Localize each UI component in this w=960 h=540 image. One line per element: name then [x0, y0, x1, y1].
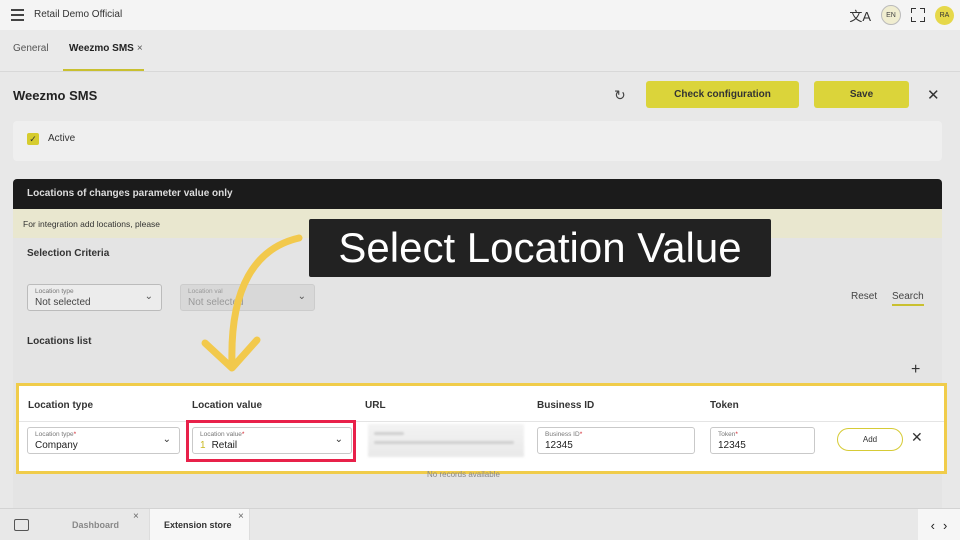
url-input-blurred[interactable]	[368, 424, 524, 457]
no-records-text: No records available	[427, 470, 500, 479]
window-icon[interactable]	[14, 519, 29, 531]
fullscreen-icon[interactable]	[911, 8, 925, 22]
field-label: Business ID*	[545, 431, 583, 438]
locations-list-title: Locations list	[27, 336, 92, 347]
save-button[interactable]: Save	[814, 81, 909, 108]
row-divider	[19, 421, 944, 422]
chevron-left-icon[interactable]: ‹	[931, 518, 935, 533]
selection-criteria-title: Selection Criteria	[27, 248, 110, 259]
bottom-bar: Dashboard × Extension store × ‹ ›	[0, 508, 960, 540]
hamburger-menu-icon[interactable]	[11, 9, 24, 21]
chevron-right-icon[interactable]: ›	[943, 518, 947, 533]
check-configuration-button[interactable]: Check configuration	[646, 81, 799, 108]
location-value-highlight-box	[186, 420, 356, 462]
bottom-tab-dashboard[interactable]: Dashboard ×	[48, 509, 148, 540]
field-label: Location type*	[35, 431, 77, 438]
active-label: Active	[48, 133, 76, 144]
page-title: Weezmo SMS	[13, 88, 98, 103]
location-type-select[interactable]: Location type* Company ⌄	[27, 427, 180, 454]
avatar[interactable]: RA	[935, 5, 954, 25]
curved-arrow-icon	[201, 234, 303, 372]
active-checkbox[interactable]: ✓	[27, 133, 39, 145]
search-button[interactable]: Search	[892, 291, 924, 306]
column-header: Location type	[28, 400, 94, 411]
field-value: 12345	[718, 440, 746, 451]
close-icon[interactable]: ×	[133, 511, 139, 522]
field-value: 12345	[545, 440, 573, 451]
add-button[interactable]: Add	[837, 428, 903, 451]
add-location-icon[interactable]: +	[911, 361, 920, 379]
bottom-tab-extension-store[interactable]: Extension store ×	[149, 509, 250, 540]
close-icon[interactable]: ×	[238, 511, 244, 522]
top-right-controls: 文A EN RA	[849, 5, 954, 25]
active-card: ✓ Active	[13, 121, 942, 161]
column-header: Business ID	[537, 400, 595, 411]
remove-row-icon[interactable]: ✕	[911, 429, 923, 446]
tab-navigation: ‹ ›	[918, 509, 960, 540]
tab-close-icon[interactable]: ×	[137, 43, 143, 54]
tab-weezmo-sms[interactable]: Weezmo SMS ×	[69, 43, 143, 54]
column-header: Location value	[192, 400, 263, 411]
locations-section-title: Locations of changes parameter value onl…	[27, 188, 233, 199]
bottom-tab-label: Dashboard	[72, 520, 120, 530]
field-label: Token*	[718, 431, 738, 438]
tab-label: Weezmo SMS	[69, 43, 134, 54]
column-header: URL	[365, 400, 386, 411]
field-value: Not selected	[35, 297, 91, 308]
tab-general[interactable]: General	[13, 43, 49, 54]
column-header: Token	[710, 400, 739, 411]
tab-label: General	[13, 43, 49, 54]
top-bar: Retail Demo Official 文A EN RA	[0, 0, 960, 30]
callout-label: Select Location Value	[309, 219, 771, 277]
token-input[interactable]: Token* 12345	[710, 427, 815, 454]
active-tab-indicator	[63, 69, 144, 71]
reset-button[interactable]: Reset	[851, 291, 877, 302]
chevron-down-icon: ⌄	[144, 291, 153, 302]
translate-icon[interactable]: 文A	[849, 6, 871, 25]
tab-bar: General Weezmo SMS ×	[0, 30, 960, 72]
close-icon[interactable]: ✕	[927, 86, 940, 104]
field-value: Company	[35, 440, 78, 451]
chevron-down-icon: ⌄	[162, 434, 171, 445]
bottom-tab-label: Extension store	[164, 520, 232, 530]
language-button[interactable]: EN	[881, 5, 901, 25]
field-label: Location type	[35, 288, 74, 295]
locations-section-header: Locations of changes parameter value onl…	[13, 179, 942, 209]
filter-location-type-select[interactable]: Location type Not selected ⌄	[27, 284, 162, 311]
app-title: Retail Demo Official	[34, 9, 123, 20]
business-id-input[interactable]: Business ID* 12345	[537, 427, 695, 454]
refresh-icon[interactable]: ↻	[614, 87, 626, 104]
